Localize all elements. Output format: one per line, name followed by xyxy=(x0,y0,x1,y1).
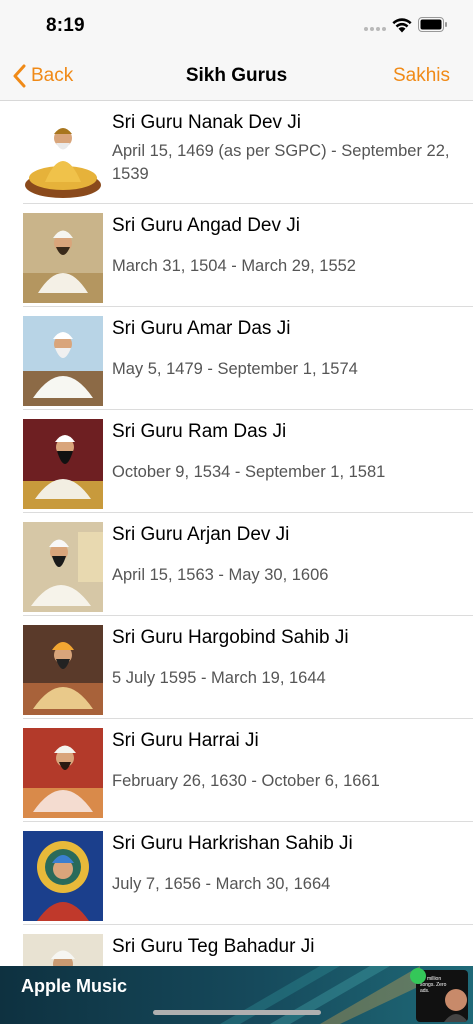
guru-portrait-image xyxy=(23,728,103,818)
guru-row-harrai[interactable]: Sri Guru Harrai Ji February 26, 1630 - O… xyxy=(0,719,473,822)
ad-title: Apple Music xyxy=(21,976,128,996)
guru-name: Sri Guru Arjan Dev Ji xyxy=(112,524,290,545)
guru-row-angad[interactable]: Sri Guru Angad Dev Ji March 31, 1504 - M… xyxy=(0,204,473,307)
ad-background-graphic xyxy=(220,966,420,1024)
guru-dates: February 26, 1630 - October 6, 1661 xyxy=(112,772,380,790)
status-time: 8:19 xyxy=(46,15,85,36)
home-indicator xyxy=(153,1010,321,1015)
guru-portrait-image xyxy=(23,831,103,921)
guru-portrait-image xyxy=(23,522,103,612)
guru-name: Sri Guru Harkrishan Sahib Ji xyxy=(112,833,353,854)
guru-name: Sri Guru Teg Bahadur Ji xyxy=(112,936,315,957)
guru-list: Sri Guru Nanak Dev Ji April 15, 1469 (as… xyxy=(0,101,473,966)
guru-portrait-image xyxy=(23,625,103,715)
guru-row-arjan-dev[interactable]: Sri Guru Arjan Dev Ji April 15, 1563 - M… xyxy=(0,513,473,616)
guru-dates: April 15, 1563 - May 30, 1606 xyxy=(112,566,329,584)
guru-dates: July 7, 1656 - March 30, 1664 xyxy=(112,875,331,893)
guru-name: Sri Guru Hargobind Sahib Ji xyxy=(112,627,349,648)
guru-portrait-image xyxy=(23,110,103,200)
guru-name: Sri Guru Ram Das Ji xyxy=(112,421,287,442)
guru-name: Sri Guru Angad Dev Ji xyxy=(112,215,300,236)
sakhis-button[interactable]: Sakhis xyxy=(393,65,450,87)
guru-dates: October 9, 1534 - September 1, 1581 xyxy=(112,463,386,481)
guru-name: Sri Guru Nanak Dev Ji xyxy=(112,112,302,133)
guru-portrait-image xyxy=(23,934,103,966)
guru-row-amar-das[interactable]: Sri Guru Amar Das Ji May 5, 1479 - Septe… xyxy=(0,307,473,410)
guru-dates: March 31, 1504 - March 29, 1552 xyxy=(112,257,356,275)
guru-row-teg-bahadur[interactable]: Sri Guru Teg Bahadur Ji xyxy=(0,925,473,966)
guru-name: Sri Guru Amar Das Ji xyxy=(112,318,291,339)
guru-dates: 5 July 1595 - March 19, 1644 xyxy=(112,669,326,687)
navigation-bar: Back Sikh Gurus Sakhis xyxy=(0,52,473,101)
guru-dates: May 5, 1479 - September 1, 1574 xyxy=(112,360,358,378)
battery-icon xyxy=(418,17,447,32)
guru-portrait-image xyxy=(23,213,103,303)
ad-badge-icon xyxy=(410,968,426,984)
guru-row-nanak[interactable]: Sri Guru Nanak Dev Ji April 15, 1469 (as… xyxy=(0,101,473,204)
status-bar: 8:19 xyxy=(0,0,473,52)
guru-row-harkrishan[interactable]: Sri Guru Harkrishan Sahib Ji July 7, 165… xyxy=(0,822,473,925)
wifi-icon xyxy=(392,18,412,33)
cellular-signal-icon xyxy=(364,27,386,31)
guru-portrait-image xyxy=(23,419,103,509)
guru-portrait-image xyxy=(23,316,103,406)
guru-row-hargobind[interactable]: Sri Guru Hargobind Sahib Ji 5 July 1595 … xyxy=(0,616,473,719)
ad-banner[interactable]: Apple Music 90 million songs. Zero ads. xyxy=(0,966,473,1024)
guru-dates: April 15, 1469 (as per SGPC) - September… xyxy=(112,142,450,183)
guru-name: Sri Guru Harrai Ji xyxy=(112,730,259,751)
guru-row-ram-das[interactable]: Sri Guru Ram Das Ji October 9, 1534 - Se… xyxy=(0,410,473,513)
